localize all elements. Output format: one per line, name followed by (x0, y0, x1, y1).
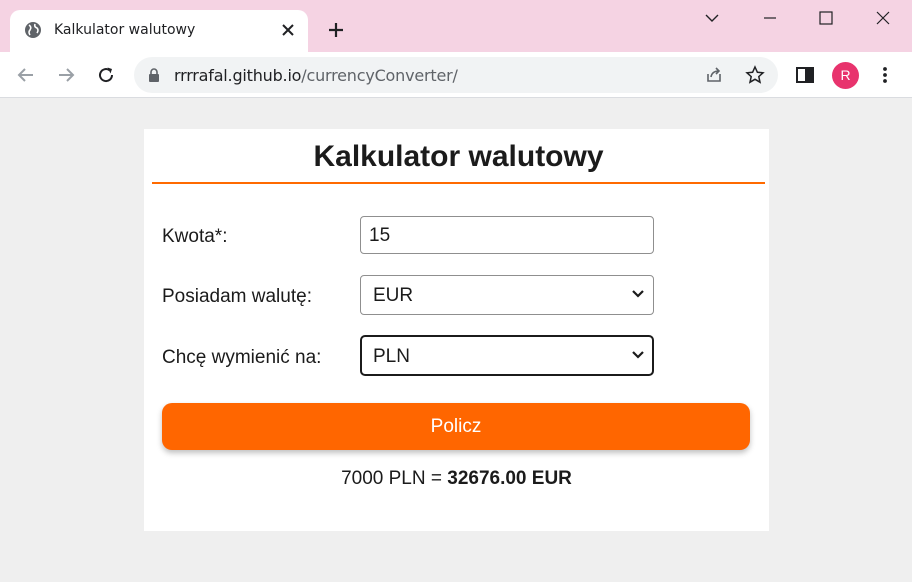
calculate-button[interactable]: Policz (162, 403, 750, 450)
menu-dots-icon[interactable] (874, 64, 896, 86)
have-currency-value: EUR (373, 285, 414, 306)
close-tab-icon[interactable] (278, 20, 298, 40)
result-prefix: 7000 PLN = (341, 468, 448, 489)
minimize-icon[interactable] (760, 8, 780, 28)
back-arrow-icon[interactable] (15, 64, 37, 86)
globe-icon (25, 22, 41, 38)
result-value: 32676.00 EUR (447, 468, 572, 489)
share-icon[interactable] (704, 65, 724, 85)
want-currency-select[interactable]: PLN (360, 335, 654, 376)
url-path: /currencyConverter/ (301, 66, 458, 85)
want-currency-value: PLN (373, 346, 410, 367)
have-currency-select[interactable]: EUR (360, 275, 654, 315)
chevron-down-icon (632, 290, 644, 298)
amount-value: 15 (369, 225, 391, 246)
browser-toolbar: rrrrafal.github.io/currencyConverter/ R (0, 52, 912, 98)
tab-title: Kalkulator walutowy (54, 22, 196, 38)
have-currency-label: Posiadam walutę: (162, 286, 312, 307)
browser-titlebar: Kalkulator walutowy (0, 0, 912, 52)
bookmark-star-icon[interactable] (745, 65, 765, 85)
want-currency-label: Chcę wymienić na: (162, 347, 322, 368)
reload-icon[interactable] (95, 64, 117, 86)
side-panel-icon[interactable] (794, 64, 816, 86)
amount-input[interactable]: 15 (360, 216, 654, 254)
amount-label: Kwota*: (162, 226, 228, 247)
tab-search-chevron-icon[interactable] (702, 8, 722, 28)
url-host: rrrrafal.github.io (174, 66, 302, 85)
window-close-icon[interactable] (873, 8, 893, 28)
converter-card: Kalkulator walutowy Kwota*: 15 Posiadam … (144, 129, 769, 531)
lock-icon[interactable] (148, 68, 160, 82)
conversion-result: 7000 PLN = 32676.00 EUR (144, 468, 769, 490)
maximize-icon[interactable] (816, 8, 836, 28)
page-title: Kalkulator walutowy (152, 137, 765, 184)
address-bar[interactable]: rrrrafal.github.io/currencyConverter/ (134, 57, 778, 93)
new-tab-icon[interactable] (326, 20, 346, 40)
browser-tab[interactable]: Kalkulator walutowy (10, 10, 308, 52)
profile-avatar[interactable]: R (832, 62, 859, 89)
chevron-down-icon (632, 351, 644, 359)
forward-arrow-icon[interactable] (55, 64, 77, 86)
url-text: rrrrafal.github.io/currencyConverter/ (174, 66, 458, 85)
